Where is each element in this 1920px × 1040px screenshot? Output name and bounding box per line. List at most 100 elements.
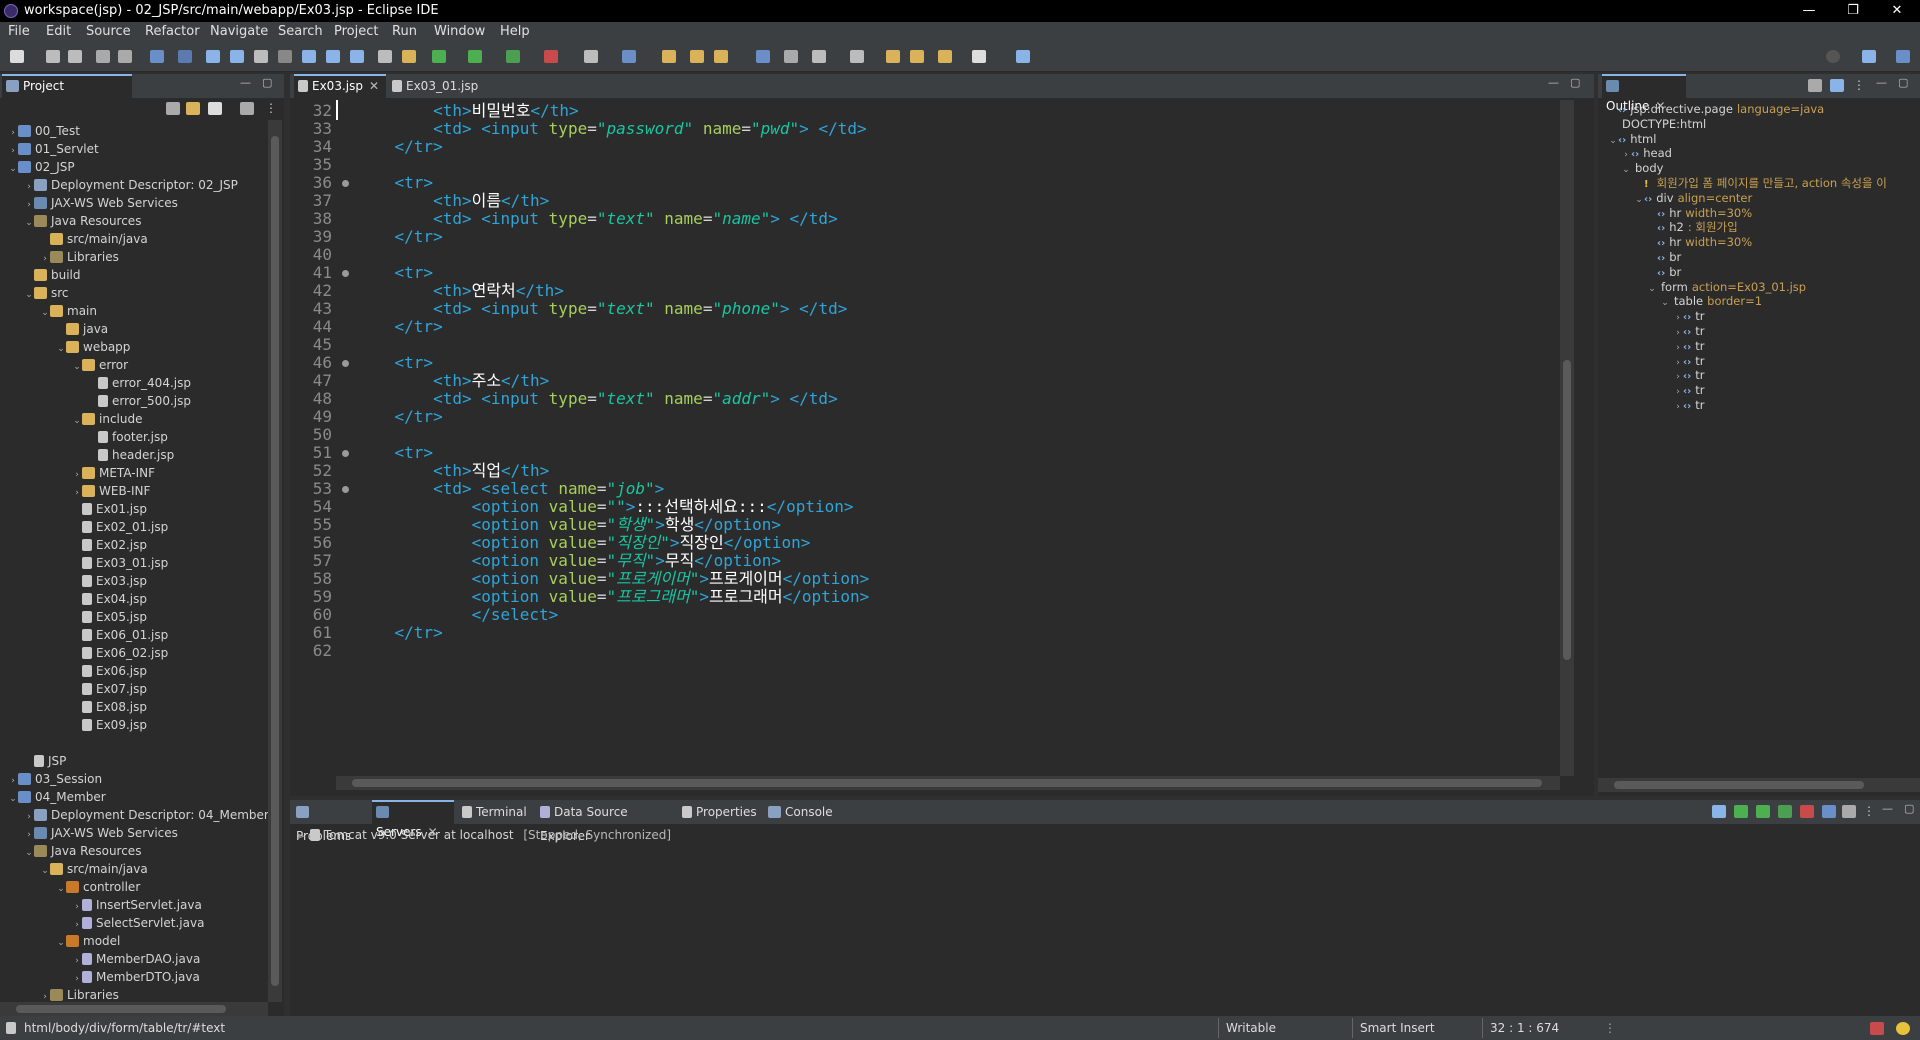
drop-to-frame-icon[interactable] <box>378 50 392 63</box>
tab-servers[interactable]: Servers ✕ <box>372 800 454 839</box>
tree-item[interactable]: ⌄ 02_JSP <box>8 158 74 176</box>
explorer-vertical-scrollbar[interactable] <box>268 120 282 1002</box>
tree-item[interactable]: Ex08.jsp <box>72 698 147 716</box>
tree-item[interactable]: ⌄ Java Resources <box>24 842 141 860</box>
open-task-icon[interactable] <box>690 50 704 63</box>
minimize-button[interactable]: — <box>1786 0 1832 22</box>
chevron-down-icon[interactable]: ⌄ <box>1660 294 1670 312</box>
tree-item[interactable]: src/main/java <box>40 230 148 248</box>
maximize-icon[interactable]: ▢ <box>262 77 272 88</box>
new-web-service-icon[interactable] <box>622 50 636 63</box>
annotation-next-icon[interactable] <box>812 50 826 63</box>
tab-project-explorer[interactable]: Project Explorer✕ <box>2 74 132 113</box>
status-menu-icon[interactable]: ⋮ <box>1604 1016 1616 1040</box>
status-insert-mode[interactable]: Smart Insert <box>1360 1016 1435 1040</box>
tree-item[interactable]: Ex06_02.jsp <box>72 644 168 662</box>
outline-item[interactable]: › ‹› tr <box>1673 396 1709 414</box>
save-all-icon[interactable] <box>68 50 82 63</box>
tab-problems[interactable]: Problems <box>292 800 370 843</box>
new-icon[interactable] <box>10 50 24 63</box>
tree-item[interactable]: Ex02.jsp <box>72 536 147 554</box>
profile-server-icon[interactable] <box>1778 805 1792 818</box>
fold-marker-icon[interactable] <box>342 450 349 457</box>
maximize-icon[interactable]: ▢ <box>1904 803 1914 814</box>
suspend-icon[interactable] <box>230 50 244 63</box>
outline-horizontal-scrollbar[interactable] <box>1598 778 1920 792</box>
menu-search[interactable]: Search <box>278 22 323 42</box>
terminate-icon[interactable] <box>254 50 268 63</box>
filter-icon[interactable] <box>208 102 222 115</box>
chevron-down-icon[interactable]: ⌄ <box>24 286 34 304</box>
tree-item[interactable]: ⌄ model <box>56 932 120 950</box>
tree-item[interactable]: Ex09.jsp <box>72 716 147 734</box>
tree-item[interactable]: build <box>24 266 81 284</box>
code-editor[interactable]: 32 <th>비밀번호</th> 33 <td> <input type="pas… <box>290 100 1570 776</box>
globe-icon[interactable] <box>756 50 770 63</box>
fold-marker-icon[interactable] <box>342 486 349 493</box>
sort-icon[interactable] <box>1808 79 1822 92</box>
open-folder-icon[interactable] <box>662 50 676 63</box>
tree-item[interactable]: ⌄ src <box>24 284 68 304</box>
status-cursor-position[interactable]: 32 : 1 : 674 <box>1490 1016 1559 1040</box>
chevron-down-icon[interactable]: ⌄ <box>72 412 82 430</box>
tip-bulb-icon[interactable] <box>1896 1022 1910 1035</box>
chevron-down-icon[interactable]: ⌄ <box>40 862 50 880</box>
step-into-icon[interactable] <box>302 50 316 63</box>
server-row[interactable]: > Tomcat v9.0 Server at localhost [Stopp… <box>296 826 671 844</box>
tree-item[interactable]: ⌄ controller <box>56 878 140 896</box>
view-menu-icon[interactable]: ⋮ <box>1862 805 1876 818</box>
tree-item[interactable]: Ex07.jsp <box>72 680 147 698</box>
collapse-all-icon[interactable] <box>1830 79 1844 92</box>
tree-item[interactable]: › WEB-INF <box>72 482 150 500</box>
search-tool-icon[interactable] <box>714 50 728 63</box>
tab-terminal[interactable]: Terminal <box>458 800 534 824</box>
start-server-icon[interactable] <box>1756 805 1770 818</box>
open-perspective-icon[interactable] <box>1862 50 1876 63</box>
menu-refactor[interactable]: Refactor <box>145 22 200 42</box>
tree-item[interactable]: footer.jsp <box>88 428 168 446</box>
tree-item[interactable]: ⌄ 04_Member <box>8 788 105 806</box>
open-type-icon[interactable] <box>402 50 416 63</box>
tab-ex03-jsp[interactable]: Ex03.jsp ✕ <box>294 74 386 98</box>
tree-item[interactable]: › JAX-WS Web Services <box>24 824 178 842</box>
chevron-down-icon[interactable]: ⌄ <box>72 358 82 376</box>
fold-marker-icon[interactable] <box>342 360 349 367</box>
redo-icon[interactable] <box>118 50 132 63</box>
menu-source[interactable]: Source <box>86 22 131 42</box>
menu-file[interactable]: File <box>8 22 30 42</box>
maximize-icon[interactable]: ▢ <box>1570 77 1580 88</box>
tree-item[interactable]: › Libraries <box>40 248 119 266</box>
editor-horizontal-scrollbar[interactable] <box>336 776 1560 790</box>
new-server-icon[interactable] <box>584 50 598 63</box>
stop-server-icon[interactable] <box>1800 805 1814 818</box>
tree-item[interactable]: Ex05.jsp <box>72 608 147 626</box>
chevron-down-icon[interactable]: ⌄ <box>1608 132 1618 150</box>
tree-item[interactable]: Ex06_01.jsp <box>72 626 168 644</box>
view-menu-icon[interactable]: ⋮ <box>264 102 278 115</box>
tab-properties[interactable]: Properties <box>678 800 762 824</box>
chevron-down-icon[interactable]: ⌄ <box>56 340 66 358</box>
tree-item[interactable]: ⌄ main <box>40 302 97 320</box>
java-ee-perspective-icon[interactable] <box>1896 50 1910 63</box>
fold-marker-icon[interactable] <box>342 180 349 187</box>
close-icon[interactable]: ✕ <box>369 79 379 93</box>
tree-item[interactable]: Ex02_01.jsp <box>72 518 168 536</box>
code-line[interactable]: </tr> <box>356 226 443 248</box>
maximize-icon[interactable]: ▢ <box>1898 77 1908 88</box>
publish-clean-icon[interactable] <box>1842 805 1856 818</box>
chevron-down-icon[interactable]: ⌄ <box>56 880 66 898</box>
menu-project[interactable]: Project <box>334 22 378 42</box>
step-return-icon[interactable] <box>350 50 364 63</box>
tree-item[interactable]: Ex06.jsp <box>72 662 147 680</box>
code-line[interactable]: </tr> <box>356 136 443 158</box>
tree-item[interactable]: Ex03.jsp <box>72 572 147 590</box>
chevron-right-icon[interactable]: › <box>1673 398 1683 416</box>
menu-edit[interactable]: Edit <box>46 22 71 42</box>
chevron-down-icon[interactable]: ⌄ <box>1621 161 1631 179</box>
back-history-icon[interactable] <box>938 50 952 63</box>
start-debug-icon[interactable] <box>1734 805 1748 818</box>
tree-item[interactable]: Ex01.jsp <box>72 500 147 518</box>
focus-icon[interactable] <box>240 102 254 115</box>
skip-breakpoints-icon[interactable] <box>178 50 192 63</box>
tree-item[interactable]: › 03_Session <box>8 770 102 788</box>
